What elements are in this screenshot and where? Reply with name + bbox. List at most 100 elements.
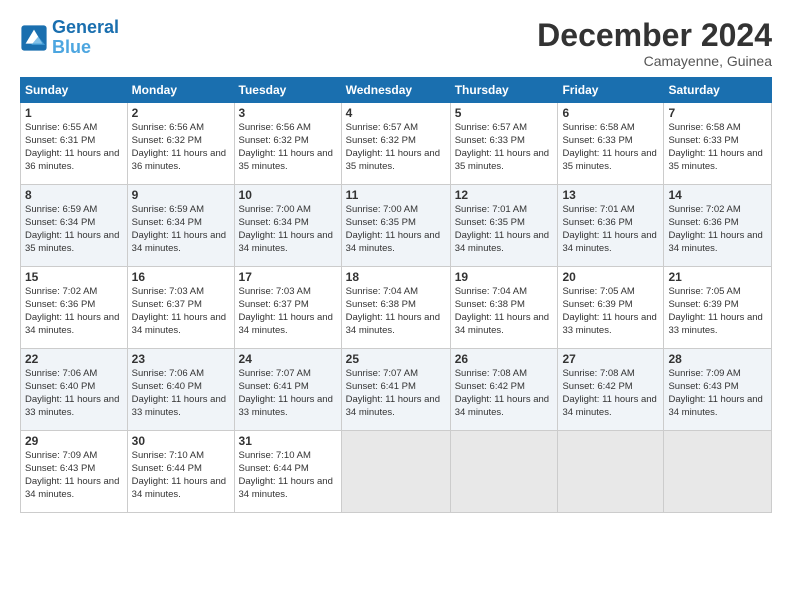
- table-cell: 2 Sunrise: 6:56 AM Sunset: 6:32 PM Dayli…: [127, 103, 234, 185]
- table-cell: 7 Sunrise: 6:58 AM Sunset: 6:33 PM Dayli…: [664, 103, 772, 185]
- day-number: 10: [239, 188, 337, 202]
- day-number: 25: [346, 352, 446, 366]
- calendar-header-row: Sunday Monday Tuesday Wednesday Thursday…: [21, 78, 772, 103]
- table-cell: 24 Sunrise: 7:07 AM Sunset: 6:41 PM Dayl…: [234, 349, 341, 431]
- day-number: 2: [132, 106, 230, 120]
- col-tuesday: Tuesday: [234, 78, 341, 103]
- day-detail: Sunrise: 7:02 AM Sunset: 6:36 PM Dayligh…: [25, 286, 123, 337]
- table-cell: 9 Sunrise: 6:59 AM Sunset: 6:34 PM Dayli…: [127, 185, 234, 267]
- table-cell: [664, 431, 772, 513]
- day-detail: Sunrise: 6:58 AM Sunset: 6:33 PM Dayligh…: [562, 122, 659, 173]
- header: General Blue December 2024 Camayenne, Gu…: [20, 18, 772, 69]
- day-number: 16: [132, 270, 230, 284]
- col-friday: Friday: [558, 78, 664, 103]
- day-number: 13: [562, 188, 659, 202]
- day-detail: Sunrise: 7:03 AM Sunset: 6:37 PM Dayligh…: [239, 286, 337, 337]
- logo-text: General Blue: [52, 18, 119, 58]
- day-detail: Sunrise: 6:56 AM Sunset: 6:32 PM Dayligh…: [132, 122, 230, 173]
- day-detail: Sunrise: 7:00 AM Sunset: 6:35 PM Dayligh…: [346, 204, 446, 255]
- day-detail: Sunrise: 6:57 AM Sunset: 6:32 PM Dayligh…: [346, 122, 446, 173]
- table-cell: 10 Sunrise: 7:00 AM Sunset: 6:34 PM Dayl…: [234, 185, 341, 267]
- day-detail: Sunrise: 7:04 AM Sunset: 6:38 PM Dayligh…: [346, 286, 446, 337]
- table-cell: 19 Sunrise: 7:04 AM Sunset: 6:38 PM Dayl…: [450, 267, 558, 349]
- day-number: 4: [346, 106, 446, 120]
- day-detail: Sunrise: 7:10 AM Sunset: 6:44 PM Dayligh…: [132, 450, 230, 501]
- day-detail: Sunrise: 7:07 AM Sunset: 6:41 PM Dayligh…: [346, 368, 446, 419]
- table-cell: 1 Sunrise: 6:55 AM Sunset: 6:31 PM Dayli…: [21, 103, 128, 185]
- table-cell: 14 Sunrise: 7:02 AM Sunset: 6:36 PM Dayl…: [664, 185, 772, 267]
- location: Camayenne, Guinea: [537, 53, 772, 69]
- col-thursday: Thursday: [450, 78, 558, 103]
- day-detail: Sunrise: 7:08 AM Sunset: 6:42 PM Dayligh…: [562, 368, 659, 419]
- day-detail: Sunrise: 7:02 AM Sunset: 6:36 PM Dayligh…: [668, 204, 767, 255]
- day-detail: Sunrise: 7:06 AM Sunset: 6:40 PM Dayligh…: [25, 368, 123, 419]
- day-number: 26: [455, 352, 554, 366]
- title-block: December 2024 Camayenne, Guinea: [537, 18, 772, 69]
- table-cell: 11 Sunrise: 7:00 AM Sunset: 6:35 PM Dayl…: [341, 185, 450, 267]
- day-number: 22: [25, 352, 123, 366]
- day-detail: Sunrise: 7:05 AM Sunset: 6:39 PM Dayligh…: [562, 286, 659, 337]
- day-detail: Sunrise: 7:09 AM Sunset: 6:43 PM Dayligh…: [25, 450, 123, 501]
- day-detail: Sunrise: 7:03 AM Sunset: 6:37 PM Dayligh…: [132, 286, 230, 337]
- day-detail: Sunrise: 7:10 AM Sunset: 6:44 PM Dayligh…: [239, 450, 337, 501]
- table-cell: 20 Sunrise: 7:05 AM Sunset: 6:39 PM Dayl…: [558, 267, 664, 349]
- table-cell: 6 Sunrise: 6:58 AM Sunset: 6:33 PM Dayli…: [558, 103, 664, 185]
- col-wednesday: Wednesday: [341, 78, 450, 103]
- day-detail: Sunrise: 7:05 AM Sunset: 6:39 PM Dayligh…: [668, 286, 767, 337]
- table-cell: 25 Sunrise: 7:07 AM Sunset: 6:41 PM Dayl…: [341, 349, 450, 431]
- logo: General Blue: [20, 18, 119, 58]
- logo-icon: [20, 24, 48, 52]
- table-cell: 4 Sunrise: 6:57 AM Sunset: 6:32 PM Dayli…: [341, 103, 450, 185]
- table-cell: 28 Sunrise: 7:09 AM Sunset: 6:43 PM Dayl…: [664, 349, 772, 431]
- col-monday: Monday: [127, 78, 234, 103]
- day-detail: Sunrise: 7:01 AM Sunset: 6:36 PM Dayligh…: [562, 204, 659, 255]
- calendar-table: Sunday Monday Tuesday Wednesday Thursday…: [20, 77, 772, 513]
- day-number: 6: [562, 106, 659, 120]
- day-number: 1: [25, 106, 123, 120]
- day-detail: Sunrise: 7:01 AM Sunset: 6:35 PM Dayligh…: [455, 204, 554, 255]
- day-detail: Sunrise: 6:59 AM Sunset: 6:34 PM Dayligh…: [25, 204, 123, 255]
- day-number: 21: [668, 270, 767, 284]
- day-number: 19: [455, 270, 554, 284]
- col-saturday: Saturday: [664, 78, 772, 103]
- day-number: 27: [562, 352, 659, 366]
- table-cell: 18 Sunrise: 7:04 AM Sunset: 6:38 PM Dayl…: [341, 267, 450, 349]
- day-number: 11: [346, 188, 446, 202]
- day-number: 28: [668, 352, 767, 366]
- day-number: 31: [239, 434, 337, 448]
- table-cell: 29 Sunrise: 7:09 AM Sunset: 6:43 PM Dayl…: [21, 431, 128, 513]
- day-number: 20: [562, 270, 659, 284]
- day-number: 30: [132, 434, 230, 448]
- day-detail: Sunrise: 7:08 AM Sunset: 6:42 PM Dayligh…: [455, 368, 554, 419]
- day-detail: Sunrise: 6:59 AM Sunset: 6:34 PM Dayligh…: [132, 204, 230, 255]
- day-number: 23: [132, 352, 230, 366]
- day-detail: Sunrise: 7:06 AM Sunset: 6:40 PM Dayligh…: [132, 368, 230, 419]
- table-cell: 3 Sunrise: 6:56 AM Sunset: 6:32 PM Dayli…: [234, 103, 341, 185]
- day-detail: Sunrise: 6:56 AM Sunset: 6:32 PM Dayligh…: [239, 122, 337, 173]
- day-number: 24: [239, 352, 337, 366]
- day-detail: Sunrise: 6:55 AM Sunset: 6:31 PM Dayligh…: [25, 122, 123, 173]
- col-sunday: Sunday: [21, 78, 128, 103]
- day-detail: Sunrise: 7:09 AM Sunset: 6:43 PM Dayligh…: [668, 368, 767, 419]
- day-number: 12: [455, 188, 554, 202]
- table-cell: 15 Sunrise: 7:02 AM Sunset: 6:36 PM Dayl…: [21, 267, 128, 349]
- table-cell: [558, 431, 664, 513]
- day-number: 14: [668, 188, 767, 202]
- day-number: 15: [25, 270, 123, 284]
- table-cell: 5 Sunrise: 6:57 AM Sunset: 6:33 PM Dayli…: [450, 103, 558, 185]
- table-cell: 23 Sunrise: 7:06 AM Sunset: 6:40 PM Dayl…: [127, 349, 234, 431]
- day-detail: Sunrise: 6:58 AM Sunset: 6:33 PM Dayligh…: [668, 122, 767, 173]
- day-number: 9: [132, 188, 230, 202]
- day-number: 29: [25, 434, 123, 448]
- table-cell: 17 Sunrise: 7:03 AM Sunset: 6:37 PM Dayl…: [234, 267, 341, 349]
- day-detail: Sunrise: 7:07 AM Sunset: 6:41 PM Dayligh…: [239, 368, 337, 419]
- table-cell: [341, 431, 450, 513]
- table-cell: 8 Sunrise: 6:59 AM Sunset: 6:34 PM Dayli…: [21, 185, 128, 267]
- table-cell: 30 Sunrise: 7:10 AM Sunset: 6:44 PM Dayl…: [127, 431, 234, 513]
- day-number: 7: [668, 106, 767, 120]
- day-number: 17: [239, 270, 337, 284]
- table-cell: 16 Sunrise: 7:03 AM Sunset: 6:37 PM Dayl…: [127, 267, 234, 349]
- table-cell: 26 Sunrise: 7:08 AM Sunset: 6:42 PM Dayl…: [450, 349, 558, 431]
- day-number: 18: [346, 270, 446, 284]
- day-detail: Sunrise: 7:04 AM Sunset: 6:38 PM Dayligh…: [455, 286, 554, 337]
